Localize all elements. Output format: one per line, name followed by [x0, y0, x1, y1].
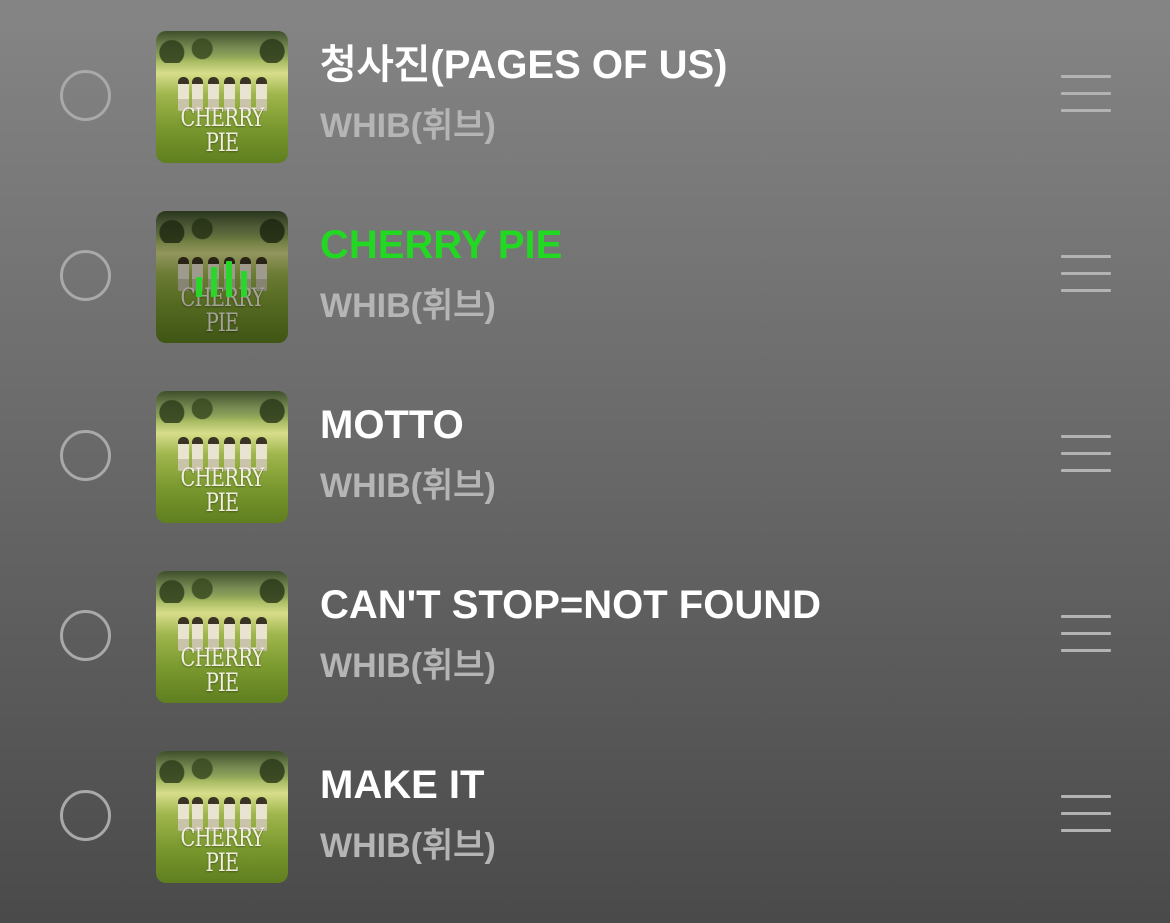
select-checkbox[interactable]	[60, 430, 111, 481]
track-row[interactable]: CHERRY PIE MAKE IT WHIB(휘브)	[0, 751, 1170, 901]
drag-handle-icon[interactable]	[1061, 615, 1111, 653]
select-checkbox[interactable]	[60, 790, 111, 841]
select-checkbox[interactable]	[60, 250, 111, 301]
track-row[interactable]: CHERRY PIE CHERRY PIE WHIB(휘브)	[0, 211, 1170, 361]
track-artist: WHIB(휘브)	[320, 467, 496, 505]
album-art-title: CHERRY PIE	[180, 103, 264, 157]
album-art: CHERRY PIE	[156, 31, 288, 163]
track-artist: WHIB(휘브)	[320, 107, 496, 145]
track-title: 청사진(PAGES OF US)	[320, 43, 728, 87]
select-checkbox[interactable]	[60, 610, 111, 661]
album-art-title: CHERRY PIE	[180, 643, 264, 697]
album-art-title: CHERRY PIE	[180, 463, 264, 517]
album-art: CHERRY PIE	[156, 211, 288, 343]
album-art-title: CHERRY PIE	[180, 823, 264, 877]
track-row[interactable]: CHERRY PIE CAN'T STOP=NOT FOUND WHIB(휘브)	[0, 571, 1170, 721]
track-title: MOTTO	[320, 403, 464, 447]
track-row[interactable]: CHERRY PIE MOTTO WHIB(휘브)	[0, 391, 1170, 541]
track-row[interactable]: CHERRY PIE 청사진(PAGES OF US) WHIB(휘브)	[0, 31, 1170, 181]
track-title: CAN'T STOP=NOT FOUND	[320, 583, 822, 627]
track-title: CHERRY PIE	[320, 223, 563, 267]
drag-handle-icon[interactable]	[1061, 795, 1111, 833]
drag-handle-icon[interactable]	[1061, 435, 1111, 473]
album-art: CHERRY PIE	[156, 391, 288, 523]
album-art: CHERRY PIE	[156, 571, 288, 703]
track-title: MAKE IT	[320, 763, 485, 807]
drag-handle-icon[interactable]	[1061, 75, 1111, 113]
track-artist: WHIB(휘브)	[320, 647, 496, 685]
select-checkbox[interactable]	[60, 70, 111, 121]
track-artist: WHIB(휘브)	[320, 827, 496, 865]
album-art: CHERRY PIE	[156, 751, 288, 883]
drag-handle-icon[interactable]	[1061, 255, 1111, 293]
track-artist: WHIB(휘브)	[320, 287, 496, 325]
equalizer-icon	[196, 261, 248, 297]
playlist: CHERRY PIE 청사진(PAGES OF US) WHIB(휘브) CHE…	[0, 0, 1170, 923]
